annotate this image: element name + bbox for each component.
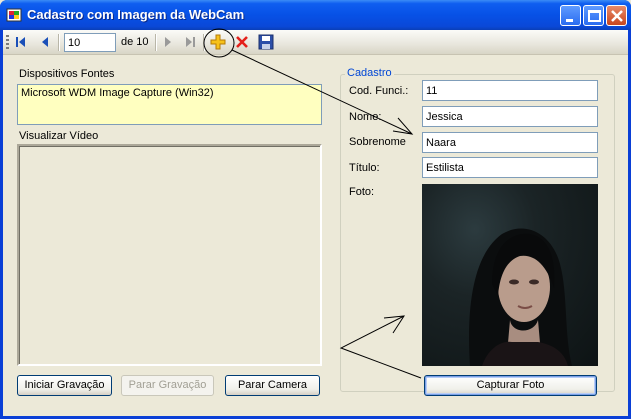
surname-label: Sobrenome xyxy=(349,136,406,148)
stop-camera-button[interactable]: Parar Camera xyxy=(225,375,320,396)
move-last-icon[interactable] xyxy=(182,34,198,50)
stop-recording-button[interactable]: Parar Gravação xyxy=(121,375,214,396)
move-next-icon[interactable] xyxy=(160,34,176,50)
photo-label: Foto: xyxy=(349,186,375,198)
minimize-icon xyxy=(566,19,573,22)
maximize-icon xyxy=(588,10,601,22)
move-previous-icon[interactable] xyxy=(37,34,53,50)
registration-group-title: Cadastro xyxy=(345,67,394,79)
toolbar-separator xyxy=(155,34,156,51)
form-client-area: de 10 Dispositivos Fontes Micros xyxy=(3,30,628,416)
toolbar-separator xyxy=(203,34,204,51)
job-title-label: Título: xyxy=(349,162,380,174)
captured-photo-image xyxy=(469,228,572,366)
photo-box xyxy=(422,184,598,366)
toolbar-separator xyxy=(58,34,59,51)
toolbar-grip[interactable] xyxy=(6,35,9,50)
surname-field[interactable] xyxy=(422,132,598,153)
close-button[interactable] xyxy=(606,5,627,26)
window-title: Cadastro com Imagem da WebCam xyxy=(27,7,245,22)
binding-navigator: de 10 xyxy=(3,30,628,55)
app-window: Cadastro com Imagem da WebCam de 10 xyxy=(0,0,631,419)
move-first-icon[interactable] xyxy=(13,34,29,50)
video-label: Visualizar Vídeo xyxy=(19,130,99,142)
title-bar[interactable]: Cadastro com Imagem da WebCam xyxy=(0,0,631,30)
minimize-button[interactable] xyxy=(560,5,581,26)
maximize-button[interactable] xyxy=(583,5,604,26)
code-label: Cod. Funci.: xyxy=(349,85,409,97)
add-new-icon[interactable] xyxy=(210,34,226,50)
save-icon[interactable] xyxy=(258,34,274,50)
device-list-item[interactable]: Microsoft WDM Image Capture (Win32) xyxy=(21,87,318,99)
name-label: Nome: xyxy=(349,111,382,123)
position-input[interactable] xyxy=(64,33,116,52)
name-field[interactable] xyxy=(422,106,598,127)
app-icon xyxy=(6,8,22,22)
devices-listbox[interactable]: Microsoft WDM Image Capture (Win32) xyxy=(17,84,322,125)
code-field[interactable] xyxy=(422,80,598,101)
close-icon xyxy=(611,10,623,22)
video-preview xyxy=(17,144,322,366)
capture-photo-button[interactable]: Capturar Foto xyxy=(424,375,597,396)
job-title-field[interactable] xyxy=(422,157,598,178)
devices-label: Dispositivos Fontes xyxy=(19,68,115,80)
start-recording-button[interactable]: Iniciar Gravação xyxy=(17,375,112,396)
count-label: de 10 xyxy=(121,36,149,48)
delete-icon[interactable] xyxy=(234,34,250,50)
